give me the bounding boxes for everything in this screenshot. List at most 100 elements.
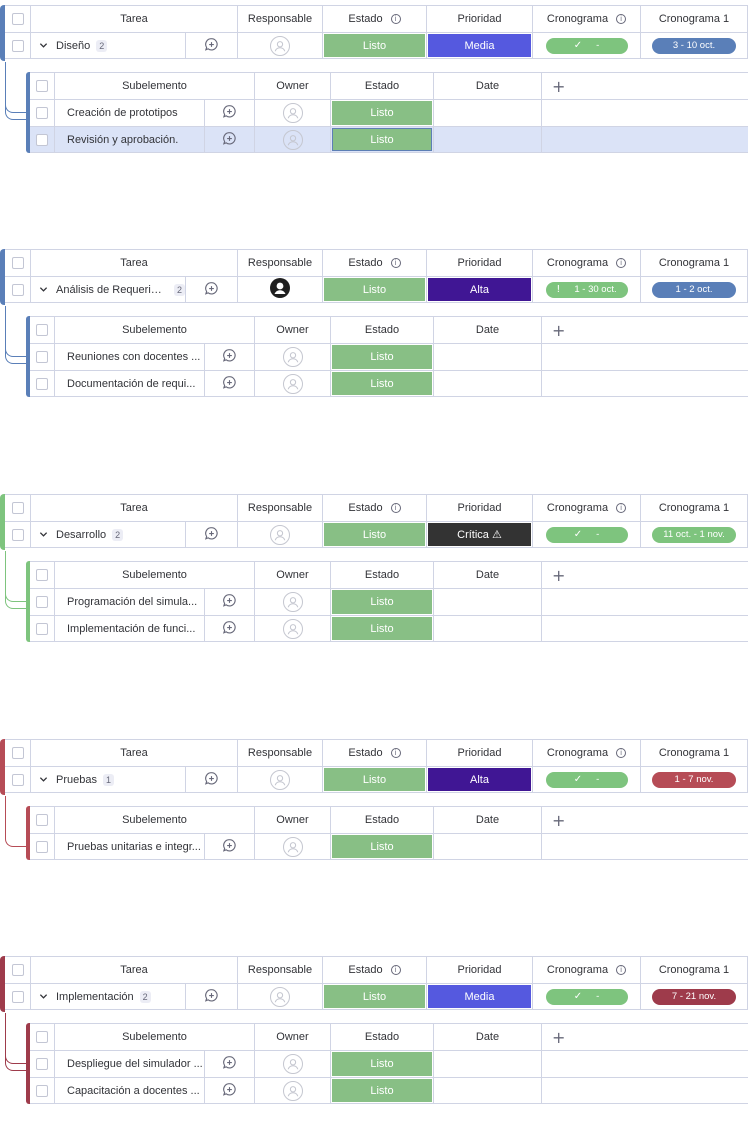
select-all-subitems[interactable] <box>30 807 55 833</box>
info-icon[interactable]: i <box>616 965 627 975</box>
subitem-name[interactable]: Pruebas unitarias e integr... <box>67 841 201 853</box>
status-label[interactable]: Listo <box>332 372 432 395</box>
chevron-down-icon[interactable] <box>39 775 48 784</box>
add-column-button[interactable]: + <box>542 562 748 588</box>
timeline-pill[interactable]: ✓ - <box>545 526 628 543</box>
subitem-select-cell[interactable] <box>30 127 55 152</box>
column-header-priority[interactable]: Prioridad <box>427 6 533 32</box>
item-name-cell[interactable]: Implementación 2 <box>31 984 186 1009</box>
owner-cell[interactable] <box>238 522 323 547</box>
timeline-cell[interactable]: ✓ - <box>533 522 641 547</box>
row-checkbox[interactable] <box>36 1031 48 1043</box>
subitem-date-cell[interactable] <box>434 371 542 396</box>
empty-avatar-icon[interactable] <box>270 986 290 1007</box>
column-header-timeline[interactable]: Cronograma i <box>533 495 641 521</box>
subitems-header-status[interactable]: Estado <box>331 1024 434 1050</box>
subitem-select-cell[interactable] <box>30 1051 55 1077</box>
plus-icon[interactable]: + <box>552 1028 565 1047</box>
empty-avatar-icon[interactable] <box>282 592 303 612</box>
add-update-cell[interactable] <box>205 834 255 859</box>
info-icon[interactable]: i <box>390 258 401 268</box>
column-header-task[interactable]: Tarea <box>31 740 238 766</box>
row-checkbox[interactable] <box>11 528 24 541</box>
subitem-status-cell[interactable]: Listo <box>331 371 434 396</box>
subitem-name-cell[interactable]: Despliegue del simulador ... <box>55 1051 205 1077</box>
subitem-name[interactable]: Reuniones con docentes ... <box>67 351 200 363</box>
table-row[interactable]: Implementación 2 Listo Media ✓ -7 - 21 nov. <box>5 983 748 1010</box>
info-icon[interactable]: i <box>390 965 401 975</box>
add-update-icon[interactable] <box>204 281 219 299</box>
subitems-header-date[interactable]: Date <box>434 1024 542 1050</box>
column-header-timeline[interactable]: Cronograma i <box>533 740 641 766</box>
row-checkbox[interactable] <box>36 324 48 336</box>
plus-icon[interactable]: + <box>552 321 565 340</box>
priority-label[interactable]: Media <box>428 34 531 57</box>
subitem-status-cell[interactable]: Listo <box>331 616 434 641</box>
subitem-name[interactable]: Despliegue del simulador ... <box>67 1058 203 1070</box>
status-label[interactable]: Listo <box>332 1052 432 1076</box>
column-header-priority[interactable]: Prioridad <box>427 957 533 983</box>
priority-label[interactable]: Crítica ⚠ <box>428 523 531 546</box>
priority-label[interactable]: Media <box>428 985 531 1008</box>
table-row[interactable]: Desarrollo 2 Listo Crítica ⚠ ✓ -11 oct. - 1 n… <box>5 521 748 548</box>
subitem-row[interactable]: Pruebas unitarias e integr... Listo <box>30 833 748 860</box>
column-header-timeline1[interactable]: Cronograma 1 <box>641 957 748 983</box>
subitem-select-cell[interactable] <box>30 100 55 126</box>
status-label[interactable]: Listo <box>332 128 432 151</box>
column-header-priority[interactable]: Prioridad <box>427 740 533 766</box>
subitem-owner-cell[interactable] <box>255 834 331 859</box>
timeline-pill[interactable]: ! 1 - 30 oct. <box>545 281 628 298</box>
subitem-owner-cell[interactable] <box>255 1078 331 1103</box>
timeline1-pill[interactable]: 3 - 10 oct. <box>652 37 736 54</box>
empty-avatar-icon[interactable] <box>282 373 303 394</box>
item-name-cell[interactable]: Análisis de Requerim... 2 <box>31 277 186 302</box>
item-name[interactable]: Análisis de Requerim... <box>56 284 168 296</box>
add-update-icon[interactable] <box>222 838 237 856</box>
column-header-timeline1[interactable]: Cronograma 1 <box>641 250 748 276</box>
empty-avatar-icon[interactable] <box>282 1080 303 1101</box>
subitems-header-owner[interactable]: Owner <box>255 1024 331 1050</box>
timeline-cell[interactable]: ✓ - <box>533 984 641 1009</box>
column-header-owner[interactable]: Responsable <box>238 495 323 521</box>
row-checkbox[interactable] <box>11 773 24 786</box>
add-column-button[interactable]: + <box>542 1024 748 1050</box>
subitem-row[interactable]: Creación de prototipos Listo <box>30 99 748 126</box>
priority-cell[interactable]: Crítica ⚠ <box>427 522 533 547</box>
timeline-pill[interactable]: ✓ - <box>545 988 628 1005</box>
table-row[interactable]: Pruebas 1 Listo Alta ✓ -1 - 7 nov. <box>5 766 748 793</box>
add-update-icon[interactable] <box>204 988 219 1006</box>
subitems-header-owner[interactable]: Owner <box>255 73 331 99</box>
select-all-cell[interactable] <box>5 740 31 766</box>
subitem-select-cell[interactable] <box>30 1078 55 1103</box>
priority-cell[interactable]: Media <box>427 984 533 1009</box>
select-all-cell[interactable] <box>5 250 31 276</box>
item-name-cell[interactable]: Diseño 2 <box>31 33 186 58</box>
timeline-cell[interactable]: ! 1 - 30 oct. <box>533 277 641 302</box>
subitems-header-name[interactable]: Subelemento <box>55 807 255 833</box>
timeline1-pill[interactable]: 7 - 21 nov. <box>652 988 736 1005</box>
subitem-select-cell[interactable] <box>30 834 55 859</box>
add-update-cell[interactable] <box>205 344 255 370</box>
subitem-row[interactable]: Revisión y aprobación. Listo <box>30 126 748 153</box>
chevron-down-icon[interactable] <box>39 41 48 50</box>
status-label[interactable]: Listo <box>332 835 432 858</box>
column-header-task[interactable]: Tarea <box>31 495 238 521</box>
empty-avatar-icon[interactable] <box>282 836 303 857</box>
subitem-row[interactable]: Capacitación a docentes ... Listo <box>30 1077 748 1104</box>
subitem-date-cell[interactable] <box>434 1078 542 1103</box>
empty-avatar-icon[interactable] <box>282 103 303 123</box>
add-update-cell[interactable] <box>205 100 255 126</box>
add-column-button[interactable]: + <box>542 317 748 343</box>
chevron-down-icon[interactable] <box>39 992 48 1001</box>
timeline-pill[interactable]: ✓ - <box>545 37 628 54</box>
add-update-icon[interactable] <box>204 37 219 55</box>
item-name-cell[interactable]: Desarrollo 2 <box>31 522 186 547</box>
subitem-date-cell[interactable] <box>434 616 542 641</box>
select-all-subitems[interactable] <box>30 73 55 99</box>
subitem-status-cell[interactable]: Listo <box>331 1078 434 1103</box>
row-checkbox[interactable] <box>11 13 24 25</box>
subitem-select-cell[interactable] <box>30 589 55 615</box>
subitem-row[interactable]: Programación del simula... Listo <box>30 588 748 615</box>
add-update-cell[interactable] <box>205 371 255 396</box>
subitem-status-cell[interactable]: Listo <box>331 344 434 370</box>
